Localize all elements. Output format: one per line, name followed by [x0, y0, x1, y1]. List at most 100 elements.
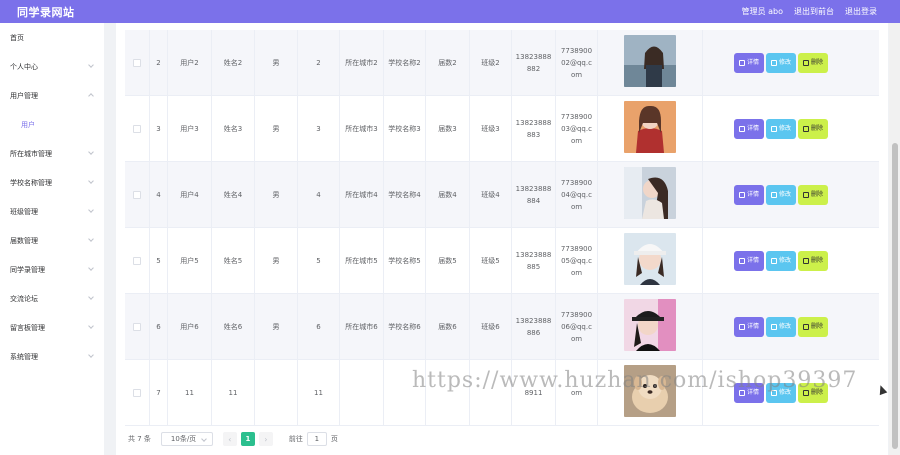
user-photo — [624, 232, 676, 289]
page-suffix: 页 — [330, 435, 338, 443]
cell-no: 3 — [150, 96, 168, 161]
delete-button[interactable]: 删除 — [798, 184, 829, 205]
sidebar-item[interactable]: 同学录管理 — [0, 255, 104, 284]
top-bar: 同学录网站 管理员 abo 退出到前台 退出登录 — [0, 0, 900, 23]
cell-school: 学校名称4 — [384, 162, 426, 227]
cell-city: 所在城市4 — [340, 162, 384, 227]
edit-icon — [770, 59, 777, 66]
cell-actions: 详情 修改 删除 — [703, 294, 859, 359]
exit-to-frontend-link[interactable]: 退出到前台 — [794, 6, 834, 17]
sidebar-item[interactable]: 用户 — [0, 110, 104, 139]
detail-button-label: 详情 — [746, 58, 759, 66]
delete-icon — [803, 59, 809, 66]
delete-button-label: 删除 — [811, 58, 824, 66]
detail-button[interactable]: 详情 — [733, 316, 764, 337]
sidebar-item-label: 所在城市管理 — [10, 149, 52, 158]
sidebar-item-label: 学校名称管理 — [10, 178, 52, 187]
cell-age: 6 — [298, 294, 340, 359]
cell-class: 班级5 — [470, 228, 512, 293]
user-photo — [624, 100, 676, 157]
cell-phone: 13823888885 — [512, 228, 556, 293]
prev-page-button[interactable]: ‹ — [222, 432, 237, 446]
row-checkbox-cell — [125, 162, 150, 227]
sidebar-item[interactable]: 个人中心 — [0, 52, 104, 81]
cell-no: 7 — [150, 360, 168, 425]
cell-age: 3 — [298, 96, 340, 161]
cell-age: 5 — [298, 228, 340, 293]
row-checkbox[interactable] — [133, 256, 141, 265]
cell-email: 773890004@qq.com — [556, 162, 598, 227]
row-checkbox[interactable] — [133, 58, 141, 67]
cell-session: 届数2 — [426, 30, 470, 95]
logout-link[interactable]: 退出登录 — [845, 6, 877, 17]
edit-button[interactable]: 修改 — [765, 184, 796, 205]
edit-button[interactable]: 修改 — [765, 250, 796, 271]
detail-button[interactable]: 详情 — [733, 118, 764, 139]
detail-icon — [738, 59, 745, 66]
scrollbar-thumb[interactable] — [892, 143, 898, 449]
delete-icon — [803, 191, 809, 198]
cell-school: 学校名称2 — [384, 30, 426, 95]
row-checkbox[interactable] — [133, 322, 141, 331]
goto-page-input[interactable]: 1 — [306, 432, 327, 446]
delete-button-label: 删除 — [811, 190, 824, 198]
edit-button[interactable]: 修改 — [765, 118, 796, 139]
sidebar-item[interactable]: 首页 — [0, 23, 104, 52]
cell-session: 届数4 — [426, 162, 470, 227]
sidebar-item[interactable]: 班级管理 — [0, 197, 104, 226]
chevron-down-icon — [88, 236, 94, 242]
detail-button[interactable]: 详情 — [733, 52, 764, 73]
cell-session: 届数5 — [426, 228, 470, 293]
row-checkbox-cell — [125, 30, 150, 95]
cell-city: 所在城市2 — [340, 30, 384, 95]
delete-button-label: 删除 — [811, 322, 824, 330]
detail-icon — [738, 191, 745, 198]
cell-name: 姓名3 — [212, 96, 255, 161]
table-row: 2 用户2 姓名2 男 2 所在城市2 学校名称2 届数2 班级2 13823888882 7738… — [125, 30, 879, 96]
detail-button[interactable]: 详情 — [733, 184, 764, 205]
cell-photo — [598, 30, 703, 95]
sidebar-item[interactable]: 系统管理 — [0, 342, 104, 371]
sidebar-item[interactable]: 交流论坛 — [0, 284, 104, 313]
cell-phone: 13823888882 — [512, 30, 556, 95]
sidebar-item[interactable]: 届数管理 — [0, 226, 104, 255]
cell-no: 6 — [150, 294, 168, 359]
total-count: 共 7 条 — [128, 435, 151, 443]
edit-button[interactable]: 修改 — [765, 316, 796, 337]
sidebar-menu: 首页个人中心 用户管理用户所在城市管理 学校名称管理班级管理 届数管理 同学录管理 交流论… — [0, 23, 104, 455]
next-page-button[interactable]: › — [258, 432, 273, 446]
delete-button[interactable]: 删除 — [798, 250, 829, 271]
current-page[interactable]: 1 — [240, 432, 255, 446]
detail-button-label: 详情 — [746, 124, 759, 132]
delete-button[interactable]: 删除 — [798, 316, 829, 337]
detail-button-label: 详情 — [746, 322, 759, 330]
table-row: 6 用户6 姓名6 男 6 所在城市6 学校名称6 届数6 班级6 13823888886 7738… — [125, 294, 879, 360]
detail-button[interactable]: 详情 — [733, 250, 764, 271]
sidebar-item[interactable]: 留言板管理 — [0, 313, 104, 342]
delete-icon — [803, 257, 809, 264]
sidebar-item[interactable]: 所在城市管理 — [0, 139, 104, 168]
sidebar-item[interactable]: 用户管理 — [0, 81, 104, 110]
cell-class: 班级4 — [470, 162, 512, 227]
sidebar-item[interactable]: 学校名称管理 — [0, 168, 104, 197]
cell-class: 班级3 — [470, 96, 512, 161]
page-size-select[interactable]: 10条/页 — [160, 432, 213, 446]
cell-class: 班级6 — [470, 294, 512, 359]
sidebar-item-label: 用户 — [21, 120, 35, 129]
cell-phone: 13823888884 — [512, 162, 556, 227]
cell-email: 773890003@qq.com — [556, 96, 598, 161]
edit-button[interactable]: 修改 — [765, 52, 796, 73]
cell-school: 学校名称6 — [384, 294, 426, 359]
table-row: 3 用户3 姓名3 男 3 所在城市3 学校名称3 届数3 班级3 13823888883 7738… — [125, 96, 879, 162]
cell-account: 用户5 — [168, 228, 212, 293]
row-checkbox[interactable] — [133, 388, 141, 397]
row-checkbox[interactable] — [133, 124, 141, 133]
user-table: 2 用户2 姓名2 男 2 所在城市2 学校名称2 届数2 班级2 13823888882 7738… — [125, 30, 879, 426]
delete-button[interactable]: 删除 — [798, 52, 829, 73]
chevron-down-icon — [88, 294, 94, 300]
delete-button[interactable]: 删除 — [798, 118, 829, 139]
edit-button-label: 修改 — [778, 124, 791, 132]
sidebar-item-label: 首页 — [10, 33, 24, 42]
row-checkbox[interactable] — [133, 190, 141, 199]
chevron-up-icon — [88, 93, 94, 99]
